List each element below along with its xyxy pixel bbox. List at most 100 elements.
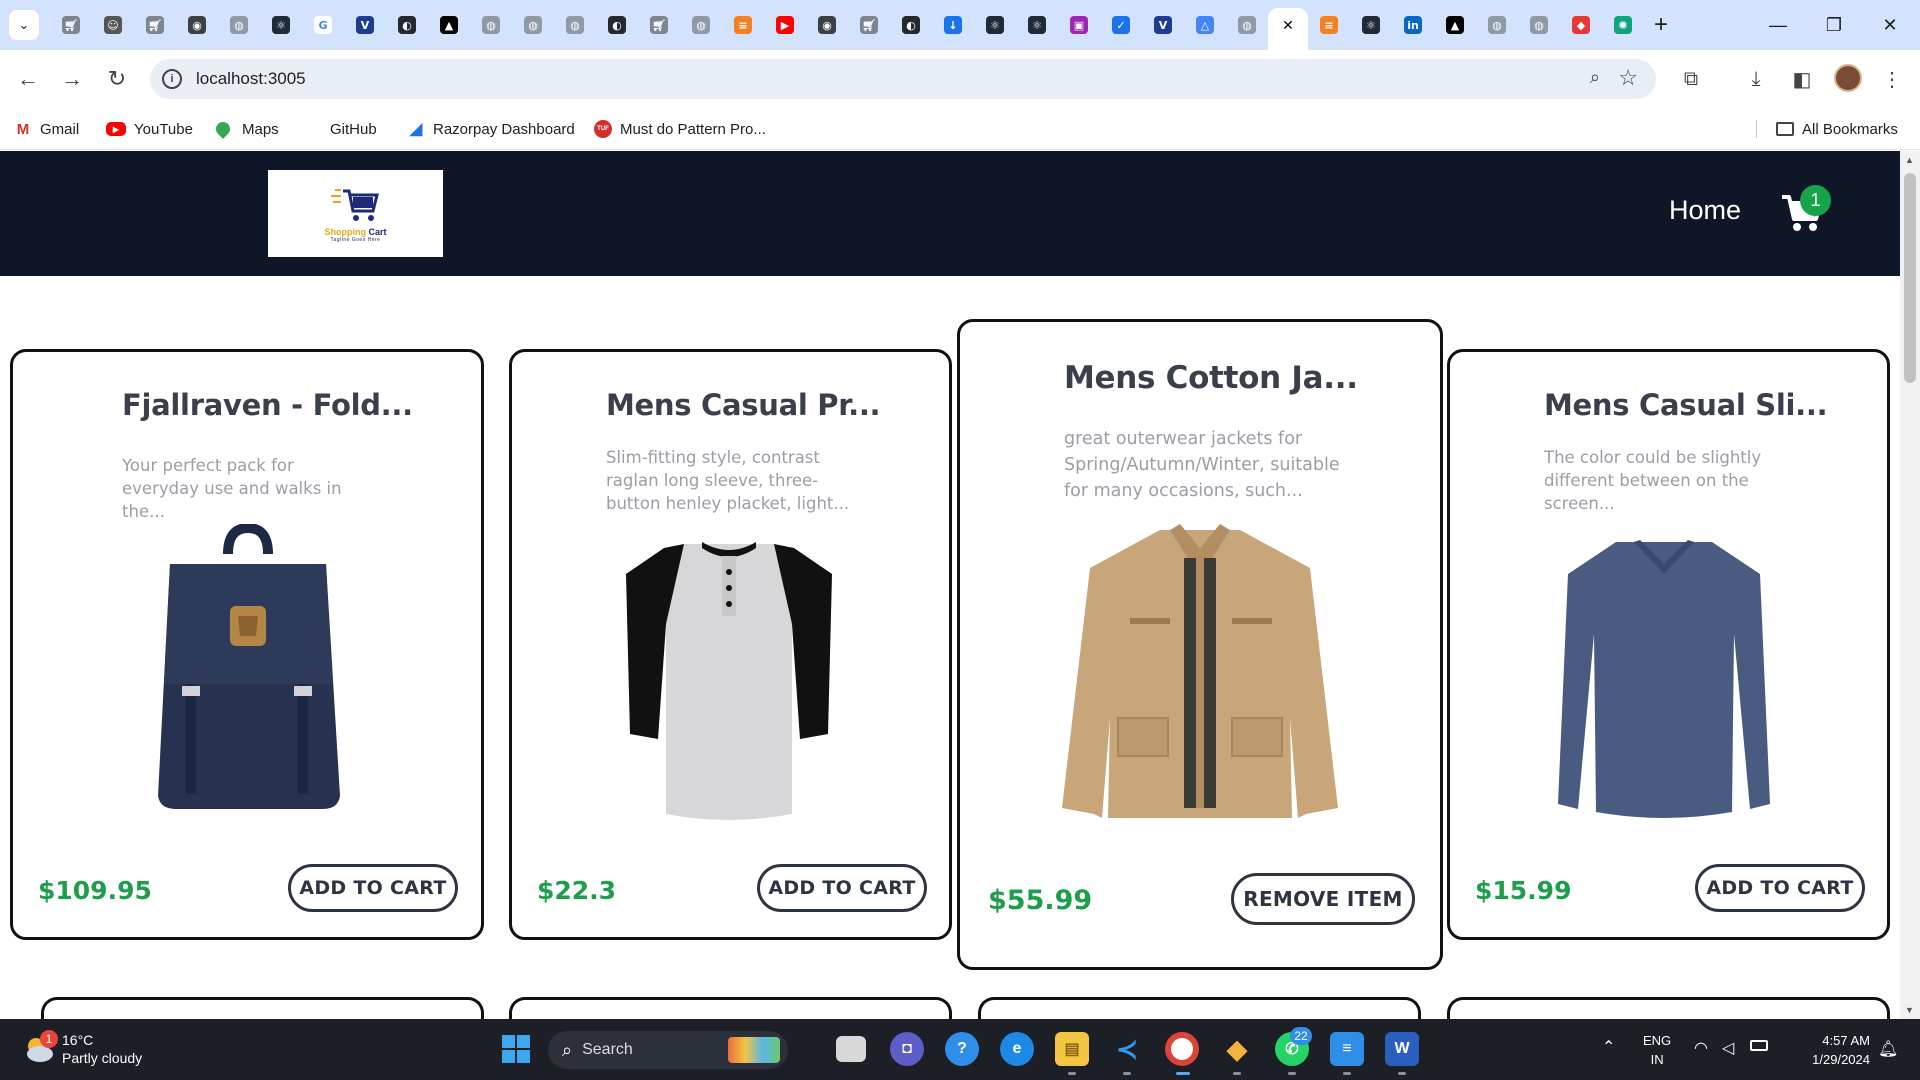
browser-tab[interactable]: ⚛ [1350,8,1392,42]
bookmark-youtube[interactable]: ▶ YouTube [106,118,193,140]
browser-tab[interactable]: ⚛ [974,8,1016,42]
notifications-icon[interactable]: 🔔︎ [1878,1039,1898,1059]
tab-search-icon[interactable]: ⌄ [9,10,39,40]
browser-tab[interactable]: ☺ [92,8,134,42]
language-indicator[interactable]: ENG IN [1643,1031,1671,1069]
volume-icon[interactable]: ◁ [1722,1038,1734,1058]
nav-home-link[interactable]: Home [1669,195,1741,226]
browser-tab[interactable]: ◍ [512,8,554,42]
browser-tab[interactable]: 🛒︎ [134,8,176,42]
site-logo[interactable]: Shopping Cart Tagline Goes Here [268,170,443,257]
git-icon[interactable]: ◆ [1220,1032,1254,1066]
wifi-icon[interactable]: ◠ [1694,1038,1708,1058]
browser-tab[interactable]: ≡ [722,8,764,42]
close-tab-icon[interactable]: ✕ [1282,17,1294,34]
browser-tab[interactable]: ◍ [1476,8,1518,42]
all-bookmarks-button[interactable]: All Bookmarks [1776,118,1898,140]
product-image-cotton-jacket[interactable] [1060,518,1340,833]
browser-tab[interactable]: ◍ [680,8,722,42]
zoom-icon[interactable]: ⌕ [1590,67,1600,88]
battery-icon[interactable] [1750,1040,1768,1051]
taskbar-clock[interactable]: 4:57 AM 1/29/2024 [1790,1031,1870,1069]
task-view-icon[interactable] [836,1036,866,1062]
maximize-icon[interactable]: ❐ [1806,0,1862,50]
word-icon[interactable]: W [1385,1032,1419,1066]
scroll-up-icon[interactable]: ▲ [1905,155,1914,165]
minimize-icon[interactable]: — [1750,0,1806,50]
edge-icon[interactable]: e [1000,1032,1034,1066]
close-window-icon[interactable]: ✕ [1862,0,1918,50]
browser-tab[interactable]: ▲ [428,8,470,42]
browser-tab[interactable]: ✺ [1602,8,1644,42]
scroll-down-icon[interactable]: ▼ [1905,1005,1914,1015]
add-to-cart-button[interactable]: ADD TO CART [757,864,927,912]
browser-tab[interactable]: ↓ [932,8,974,42]
browser-tab[interactable]: 🛒︎ [50,8,92,42]
side-panel-icon[interactable]: ◧ [1787,64,1817,94]
browser-tab[interactable]: 🛒︎ [848,8,890,42]
browser-tab[interactable]: ◐ [890,8,932,42]
add-to-cart-button[interactable]: ADD TO CART [288,864,458,912]
downloads-icon[interactable]: ⤓ [1741,64,1771,94]
chrome-icon[interactable] [1165,1032,1199,1066]
browser-tab[interactable]: G [302,8,344,42]
extensions-icon[interactable]: ⧉ [1676,64,1706,94]
browser-tab[interactable]: ◍ [218,8,260,42]
copilot-icon[interactable]: ? [945,1032,979,1066]
browser-tab[interactable]: ≡ [1308,8,1350,42]
new-tab-icon[interactable]: + [1644,8,1678,42]
bookmark-star-icon[interactable]: ☆ [1618,65,1638,91]
taskbar-search[interactable]: ⌕ Search [548,1031,788,1069]
browser-tab[interactable]: ◉ [176,8,218,42]
browser-tab[interactable]: ▶ [764,8,806,42]
browser-toolbar: ← → ↻ i localhost:3005 ⌕ ☆ ⧉ ⤓ ◧ ⋮ [0,50,1920,108]
bookmark-maps[interactable]: Maps [213,118,279,140]
browser-tab[interactable]: ◍ [1518,8,1560,42]
github-icon: ◐ [398,16,416,34]
file-explorer-icon[interactable]: ▤ [1055,1032,1089,1066]
page-scrollbar[interactable]: ▲ ▼ [1900,151,1920,1019]
bookmark-razorpay[interactable]: ◢ Razorpay Dashboard [407,118,575,140]
product-image-backpack[interactable] [148,522,348,819]
active-tab[interactable]: ✕ [1268,8,1308,50]
browser-tab[interactable]: ⚛ [260,8,302,42]
bookmark-gmail[interactable]: M Gmail [14,118,79,140]
weather-widget[interactable]: 1 16°C Partly cloudy [22,1030,142,1067]
browser-tab[interactable]: ✓ [1100,8,1142,42]
product-image-slim-tshirt[interactable] [1554,534,1774,829]
reload-icon[interactable]: ↻ [102,64,132,94]
browser-tab[interactable]: ▲ [1434,8,1476,42]
browser-tab[interactable]: ◍ [1226,8,1268,42]
browser-tab[interactable]: ⚛ [1016,8,1058,42]
product-image-raglan-shirt[interactable] [624,534,834,829]
meet-icon[interactable]: ◘ [890,1032,924,1066]
bookmark-github[interactable]: GitHub [304,118,377,140]
scrollbar-thumb[interactable] [1904,173,1916,383]
browser-tab[interactable]: ◐ [596,8,638,42]
windows-start-icon[interactable] [499,1032,533,1066]
remove-item-button[interactable]: REMOVE ITEM [1231,873,1415,925]
browser-tab[interactable]: ◐ [386,8,428,42]
notepad-icon[interactable]: ≡ [1330,1032,1364,1066]
browser-tab[interactable]: ◍ [470,8,512,42]
browser-tab[interactable]: 🛒︎ [638,8,680,42]
site-info-icon[interactable]: i [162,69,182,89]
browser-tab[interactable]: V [344,8,386,42]
browser-tab[interactable]: ◉ [806,8,848,42]
browser-tab[interactable]: ◆ [1560,8,1602,42]
address-url[interactable]: localhost:3005 [196,69,306,89]
forward-icon[interactable]: → [57,64,87,94]
add-to-cart-button[interactable]: ADD TO CART [1695,864,1865,912]
tray-overflow-icon[interactable]: ⌃ [1602,1037,1615,1057]
browser-tab[interactable]: ◍ [554,8,596,42]
vscode-icon[interactable]: ≺ [1110,1032,1144,1066]
bookmark-tuf[interactable]: TUF Must do Pattern Pro... [594,118,766,140]
browser-tab[interactable]: V [1142,8,1184,42]
browser-tab[interactable]: ▣ [1058,8,1100,42]
address-bar[interactable]: i localhost:3005 ⌕ ☆ [150,59,1656,99]
profile-avatar[interactable] [1834,64,1862,92]
menu-kebab-icon[interactable]: ⋮ [1877,64,1907,94]
back-icon[interactable]: ← [13,64,43,94]
browser-tab[interactable]: in [1392,8,1434,42]
browser-tab[interactable]: △ [1184,8,1226,42]
